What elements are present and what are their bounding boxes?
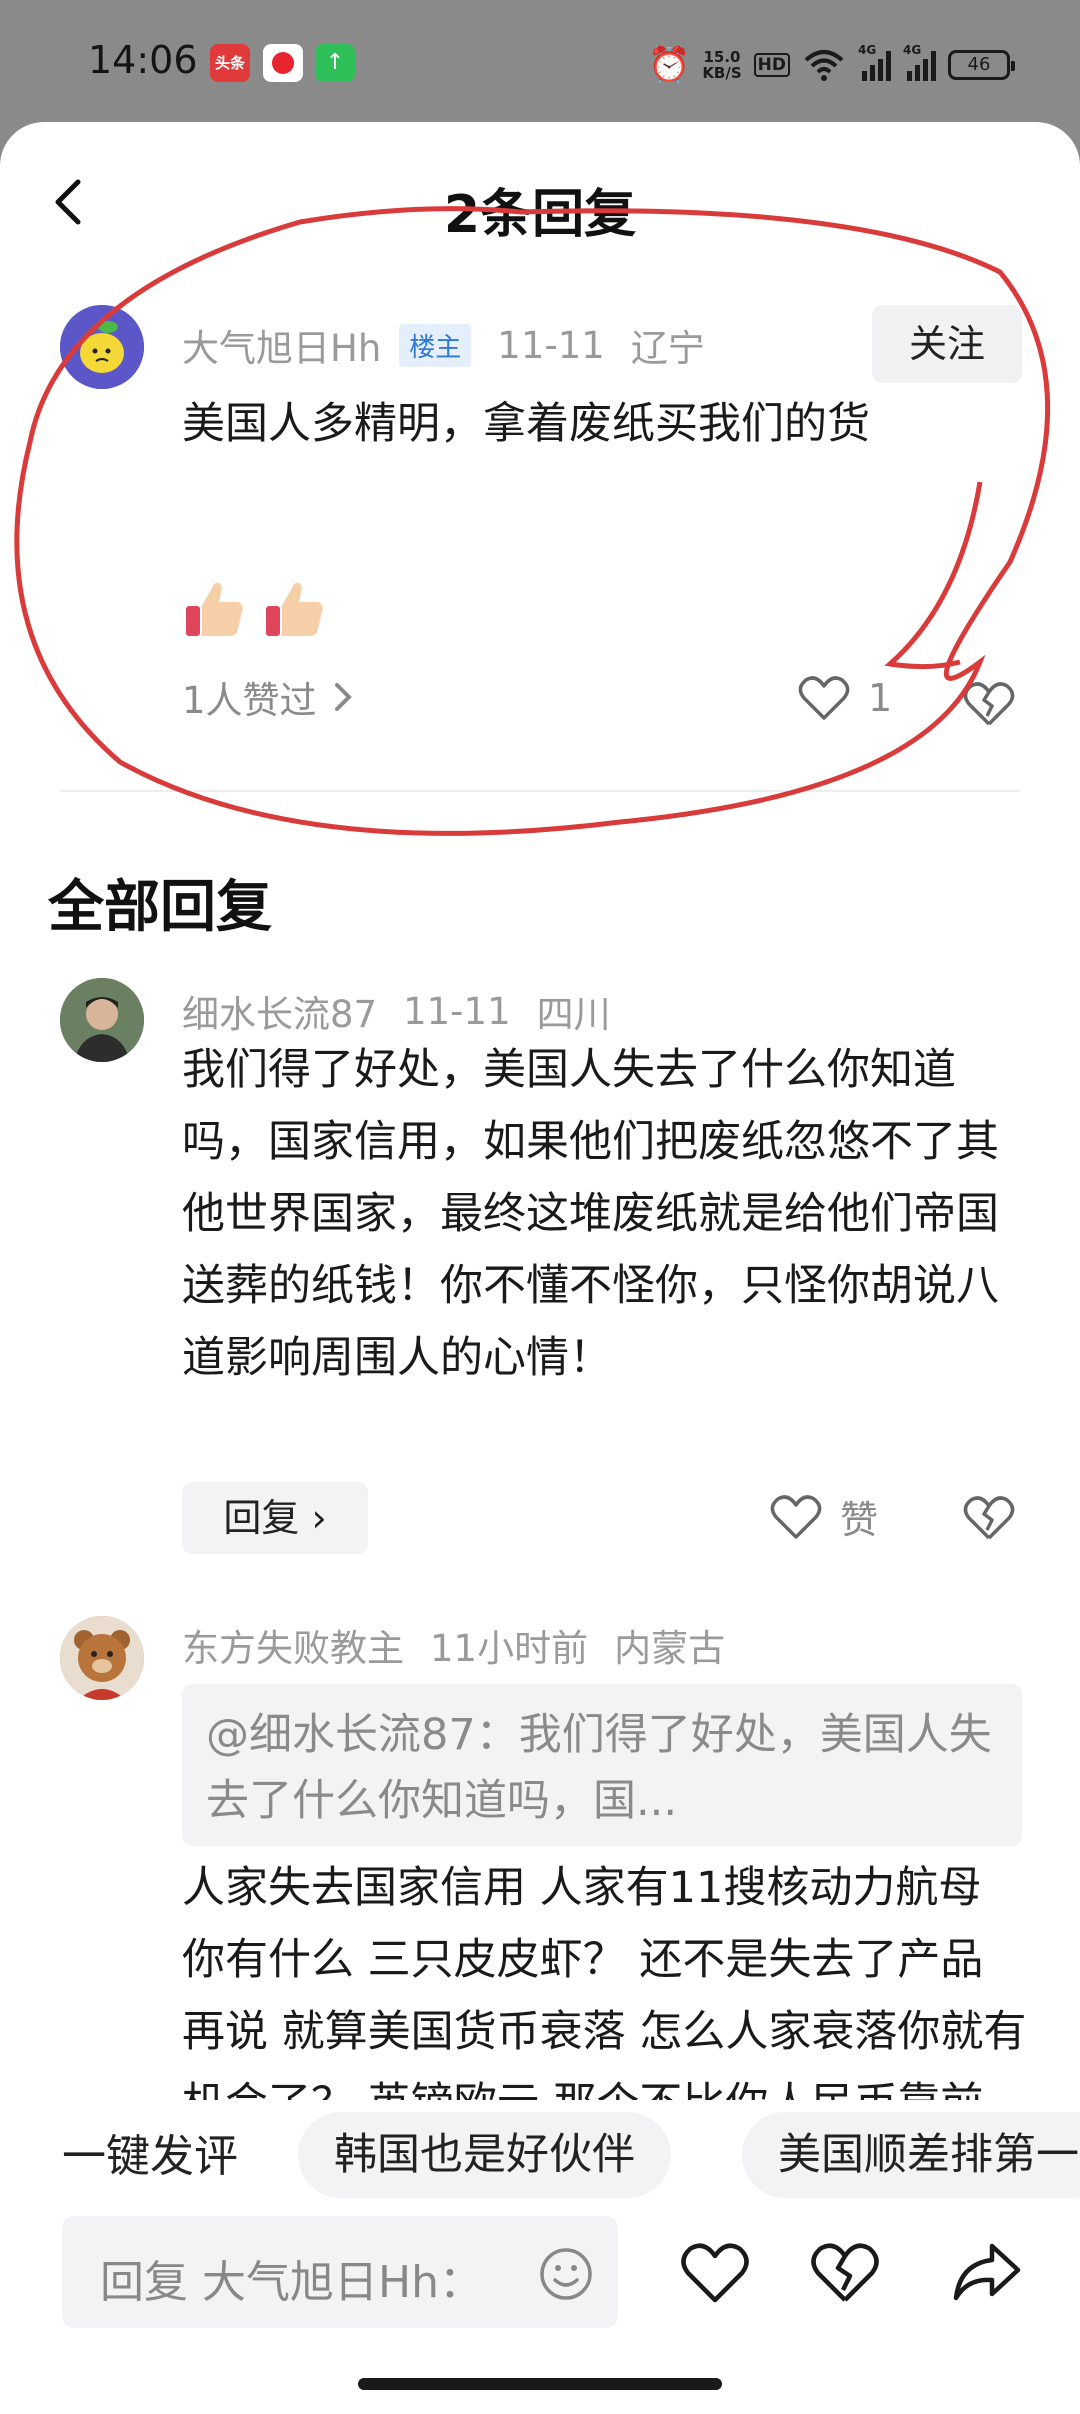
home-indicator[interactable] [358,2378,722,2390]
comment-location: 辽宁 [630,327,705,370]
comment-meta: 大气旭日Hh 楼主 11-11 辽宁 [182,318,705,372]
reply-date: 11小时前 [430,1627,589,1670]
author-name[interactable]: 东方失败教主 [182,1618,404,1672]
reply-meta: 东方失败教主 11小时前 内蒙古 [182,1618,725,1672]
reply-input[interactable]: 回复 大气旭日Hh： [62,2216,618,2328]
thumbs-up-emoji [186,582,243,636]
suggestion-chip[interactable]: 美国顺差排第一 [742,2112,1080,2198]
op-badge: 楼主 [399,323,472,367]
status-indicators: ⏰ 15.0 KB/S HD 4G 4G 46 [647,40,1015,90]
quoted-reply[interactable]: @细水长流87：我们得了好处，美国人失去了什么你知道吗，国... [182,1684,1022,1846]
toutiao-app-icon: 头条 [210,44,250,82]
signal-icon-1: 4G [858,43,891,81]
page: 14:06 头条 ⏰ 15.0 KB/S HD 4G 4G [0,0,1080,2414]
net-speed: 15.0 KB/S [702,48,742,82]
comment-text[interactable]: 美国人多精明，拿着废纸买我们的货 [182,388,1032,460]
reply-input-placeholder: 回复 大气旭日Hh： [100,2257,483,2308]
video-app-icon [263,44,303,82]
reply-button[interactable]: 回复 › [182,1482,368,1554]
sheet-header: 2条回复 [0,122,1080,282]
signal-icon-2: 4G [903,43,936,81]
likes-summary[interactable]: 1人赞过 [182,670,357,724]
like-button[interactable]: 1 [798,674,892,722]
quick-comment-label: 一键发评 [62,2131,238,2182]
reply-location: 内蒙古 [614,1627,726,1670]
emoji-icon[interactable] [538,2246,594,2302]
avatar[interactable] [60,305,144,389]
alarm-icon: ⏰ [647,45,691,85]
avatar[interactable] [60,978,144,1062]
like-count: 1 [868,676,893,720]
chevron-right-icon: › [311,1496,327,1540]
heart-icon[interactable] [680,2240,750,2306]
author-name[interactable]: 细水长流87 [182,984,377,1038]
comment-date: 11-11 [497,323,605,367]
share-icon[interactable] [952,2240,1022,2306]
lemon-avatar-icon [60,305,144,389]
quick-comment-bar: 一键发评 韩国也是好伙伴 美国顺差排第一 [0,2100,1080,2210]
battery-icon: 46 [948,50,1015,80]
thumbs-up-emoji [266,582,323,636]
reply-meta: 细水长流87 11-11 四川 [182,984,611,1038]
status-time: 14:06 [88,38,198,82]
like-button[interactable]: 赞 [770,1489,878,1544]
avatar[interactable] [60,1616,144,1700]
reply-date: 11-11 [403,989,511,1033]
section-title: 全部回复 [48,875,272,940]
user-photo-avatar [60,978,144,1062]
author-name[interactable]: 大气旭日Hh [182,318,381,372]
status-bar: 14:06 头条 ⏰ 15.0 KB/S HD 4G 4G [0,0,1080,125]
hd-icon: HD [753,53,790,77]
thumbs-up-emoji-row [182,576,328,642]
chevron-right-icon [334,683,352,711]
broken-heart-icon[interactable] [810,2240,880,2306]
like-label: 赞 [840,1498,879,1542]
reply-text[interactable]: 我们得了好处，美国人失去了什么你知道吗，国家信用，如果他们把废纸忽悠不了其他世界… [182,1034,1032,1394]
wifi-icon [804,50,844,81]
divider [60,790,1020,792]
teddy-bear-avatar [60,1616,144,1700]
reply-location: 四川 [536,993,611,1036]
broken-heart-icon[interactable] [962,676,1016,730]
page-title: 2条回复 [443,185,637,245]
upload-app-icon [315,44,355,82]
follow-button[interactable]: 关注 [872,305,1022,383]
heart-icon [798,676,850,720]
broken-heart-icon[interactable] [962,1490,1016,1544]
heart-icon [770,1494,822,1539]
input-bar: 回复 大气旭日Hh： [0,2210,1080,2392]
suggestion-chip[interactable]: 韩国也是好伙伴 [298,2112,671,2198]
replies-sheet: 2条回复 大气旭日Hh 楼主 11-11 辽宁 关注 美国人多精明，拿着废纸买我… [0,122,1080,2414]
